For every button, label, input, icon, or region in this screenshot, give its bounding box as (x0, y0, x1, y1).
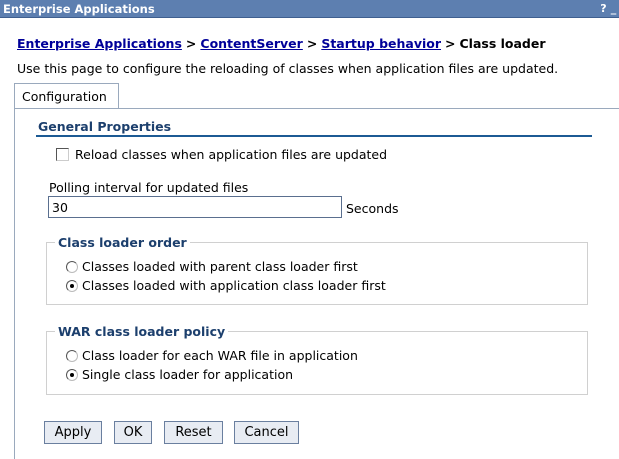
breadcrumb-separator: > (306, 36, 318, 51)
breadcrumb-separator: > (445, 36, 456, 51)
help-icon[interactable]: ? (599, 0, 608, 16)
breadcrumb-link-enterprise-applications[interactable]: Enterprise Applications (17, 36, 182, 51)
radio-each-war[interactable] (66, 349, 78, 362)
class-loader-order-option-parent[interactable]: Classes loaded with parent class loader … (66, 259, 358, 274)
option-label: Classes loaded with parent class loader … (82, 259, 358, 274)
war-policy-option-single[interactable]: Single class loader for application (66, 367, 293, 382)
class-loader-order-option-application[interactable]: Classes loaded with application class lo… (66, 278, 386, 293)
reset-button[interactable]: Reset (164, 421, 223, 444)
breadcrumb-link-contentserver[interactable]: ContentServer (200, 36, 302, 51)
reload-classes-checkbox[interactable] (56, 148, 69, 161)
polling-interval-label: Polling interval for updated files (49, 180, 249, 195)
radio-single-loader[interactable] (66, 368, 78, 381)
minimize-icon[interactable]: _ (609, 0, 618, 16)
war-class-loader-policy-title: WAR class loader policy (58, 324, 226, 339)
ok-button[interactable]: OK (114, 421, 152, 444)
apply-button[interactable]: Apply (44, 421, 102, 444)
section-divider (36, 135, 592, 137)
reload-classes-label: Reload classes when application files ar… (75, 147, 388, 162)
polling-interval-unit: Seconds (346, 201, 399, 216)
radio-parent-first[interactable] (66, 260, 78, 273)
breadcrumb-current: Class loader (459, 36, 546, 51)
panel-border-left (14, 108, 15, 459)
option-label: Classes loaded with application class lo… (82, 278, 386, 293)
option-label: Single class loader for application (82, 367, 294, 382)
cancel-button[interactable]: Cancel (234, 421, 299, 444)
option-label: Class loader for each WAR file in applic… (82, 348, 358, 363)
window-title: Enterprise Applications (3, 2, 155, 16)
breadcrumb-separator: > (185, 36, 197, 51)
breadcrumb-link-startup-behavior[interactable]: Startup behavior (321, 36, 441, 51)
class-loader-order-title: Class loader order (58, 235, 187, 250)
war-policy-option-each[interactable]: Class loader for each WAR file in applic… (66, 348, 358, 363)
polling-interval-input[interactable] (48, 196, 342, 218)
general-properties-heading: General Properties (38, 119, 172, 134)
panel-border-top (14, 108, 619, 109)
page-description: Use this page to configure the reloading… (17, 61, 559, 76)
window-titlebar: Enterprise Applications ? _ (0, 0, 619, 18)
breadcrumb: Enterprise Applications > ContentServer > St… (17, 36, 546, 51)
reload-classes-row: Reload classes when application files ar… (56, 147, 387, 162)
tab-configuration[interactable]: Configuration (14, 83, 119, 109)
radio-application-first[interactable] (66, 279, 78, 292)
